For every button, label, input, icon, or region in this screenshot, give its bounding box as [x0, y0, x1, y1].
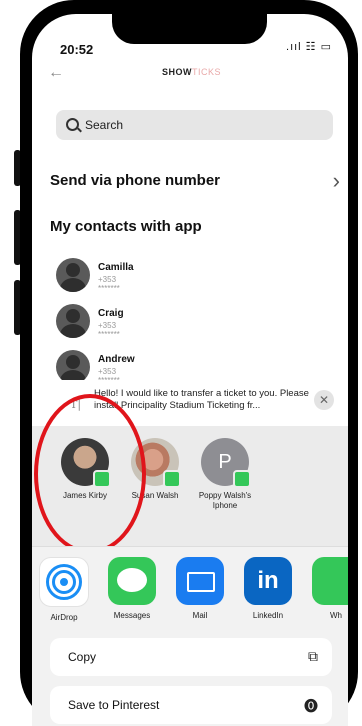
- share-app-whatsapp[interactable]: Wh: [304, 557, 348, 620]
- back-arrow-icon[interactable]: ←: [48, 64, 64, 82]
- brand-accent: TICKS: [192, 67, 222, 77]
- close-icon[interactable]: ✕: [314, 390, 334, 410]
- whatsapp-icon: [312, 557, 348, 605]
- phone-screen: 20:52 .ııl ☷ ▭ ← SHOWTICKS Search Send v…: [32, 14, 348, 726]
- copy-action[interactable]: Copy ⧉: [50, 638, 332, 676]
- person-avatar: P: [201, 438, 251, 488]
- avatar-placeholder-icon: [56, 304, 90, 338]
- linkedin-icon: in: [244, 557, 292, 605]
- share-actions: Copy ⧉ Save to Pinterest ⓿: [50, 638, 332, 726]
- search-icon: [66, 118, 79, 131]
- action-label: Copy: [68, 650, 97, 664]
- contact-name: Craig: [98, 308, 124, 319]
- contact-name: Andrew: [98, 354, 135, 365]
- pinterest-icon: ⓿: [304, 698, 318, 714]
- status-time: 20:52: [60, 42, 94, 57]
- share-app-airdrop[interactable]: AirDrop: [32, 557, 96, 622]
- share-app-messages[interactable]: Messages: [100, 557, 164, 620]
- contact-name: Camilla: [98, 262, 134, 273]
- app-label: AirDrop: [50, 613, 78, 622]
- brand-main: SHOW: [162, 67, 192, 77]
- chevron-right-icon[interactable]: ›: [333, 168, 340, 194]
- action-label: Save to Pinterest: [68, 698, 160, 712]
- share-app-mail[interactable]: Mail: [168, 557, 232, 620]
- app-label: Mail: [192, 611, 208, 620]
- share-app-linkedin[interactable]: in LinkedIn: [236, 557, 300, 620]
- share-apps-row: AirDrop Messages Mail in LinkedIn Wh: [32, 546, 348, 639]
- status-icons: .ııl ☷ ▭: [286, 41, 332, 53]
- search-bar[interactable]: Search: [56, 110, 333, 140]
- airdrop-icon: [39, 557, 89, 607]
- send-via-phone-row[interactable]: Send via phone number: [50, 172, 220, 189]
- contacts-title: My contacts with app: [50, 218, 202, 235]
- app-label: Messages: [113, 611, 151, 620]
- save-to-pinterest-action[interactable]: Save to Pinterest ⓿: [50, 686, 332, 724]
- copy-icon: ⧉: [308, 648, 318, 664]
- avatar-placeholder-icon: [56, 258, 90, 292]
- person-name: Poppy Walsh's Iphone: [198, 491, 252, 510]
- contact-phone: +353 *******: [98, 321, 120, 339]
- app-label: Wh: [330, 611, 342, 620]
- highlight-circle: [34, 394, 146, 554]
- notch: [112, 14, 267, 44]
- avatar-placeholder-icon: [56, 350, 90, 384]
- share-person-poppy[interactable]: P Poppy Walsh's Iphone: [190, 438, 260, 511]
- share-message-text: Hello! I would like to transfer a ticket…: [94, 388, 309, 411]
- contact-phone: +353 *******: [98, 275, 120, 293]
- brand-logo: SHOWTICKS: [162, 67, 221, 77]
- search-label: Search: [85, 118, 124, 132]
- avatar-initial: P: [218, 451, 232, 473]
- app-label: LinkedIn: [252, 611, 284, 620]
- messages-icon: [108, 557, 156, 605]
- mail-icon: [176, 557, 224, 605]
- imessage-badge-icon: [163, 470, 181, 488]
- imessage-badge-icon: [233, 470, 251, 488]
